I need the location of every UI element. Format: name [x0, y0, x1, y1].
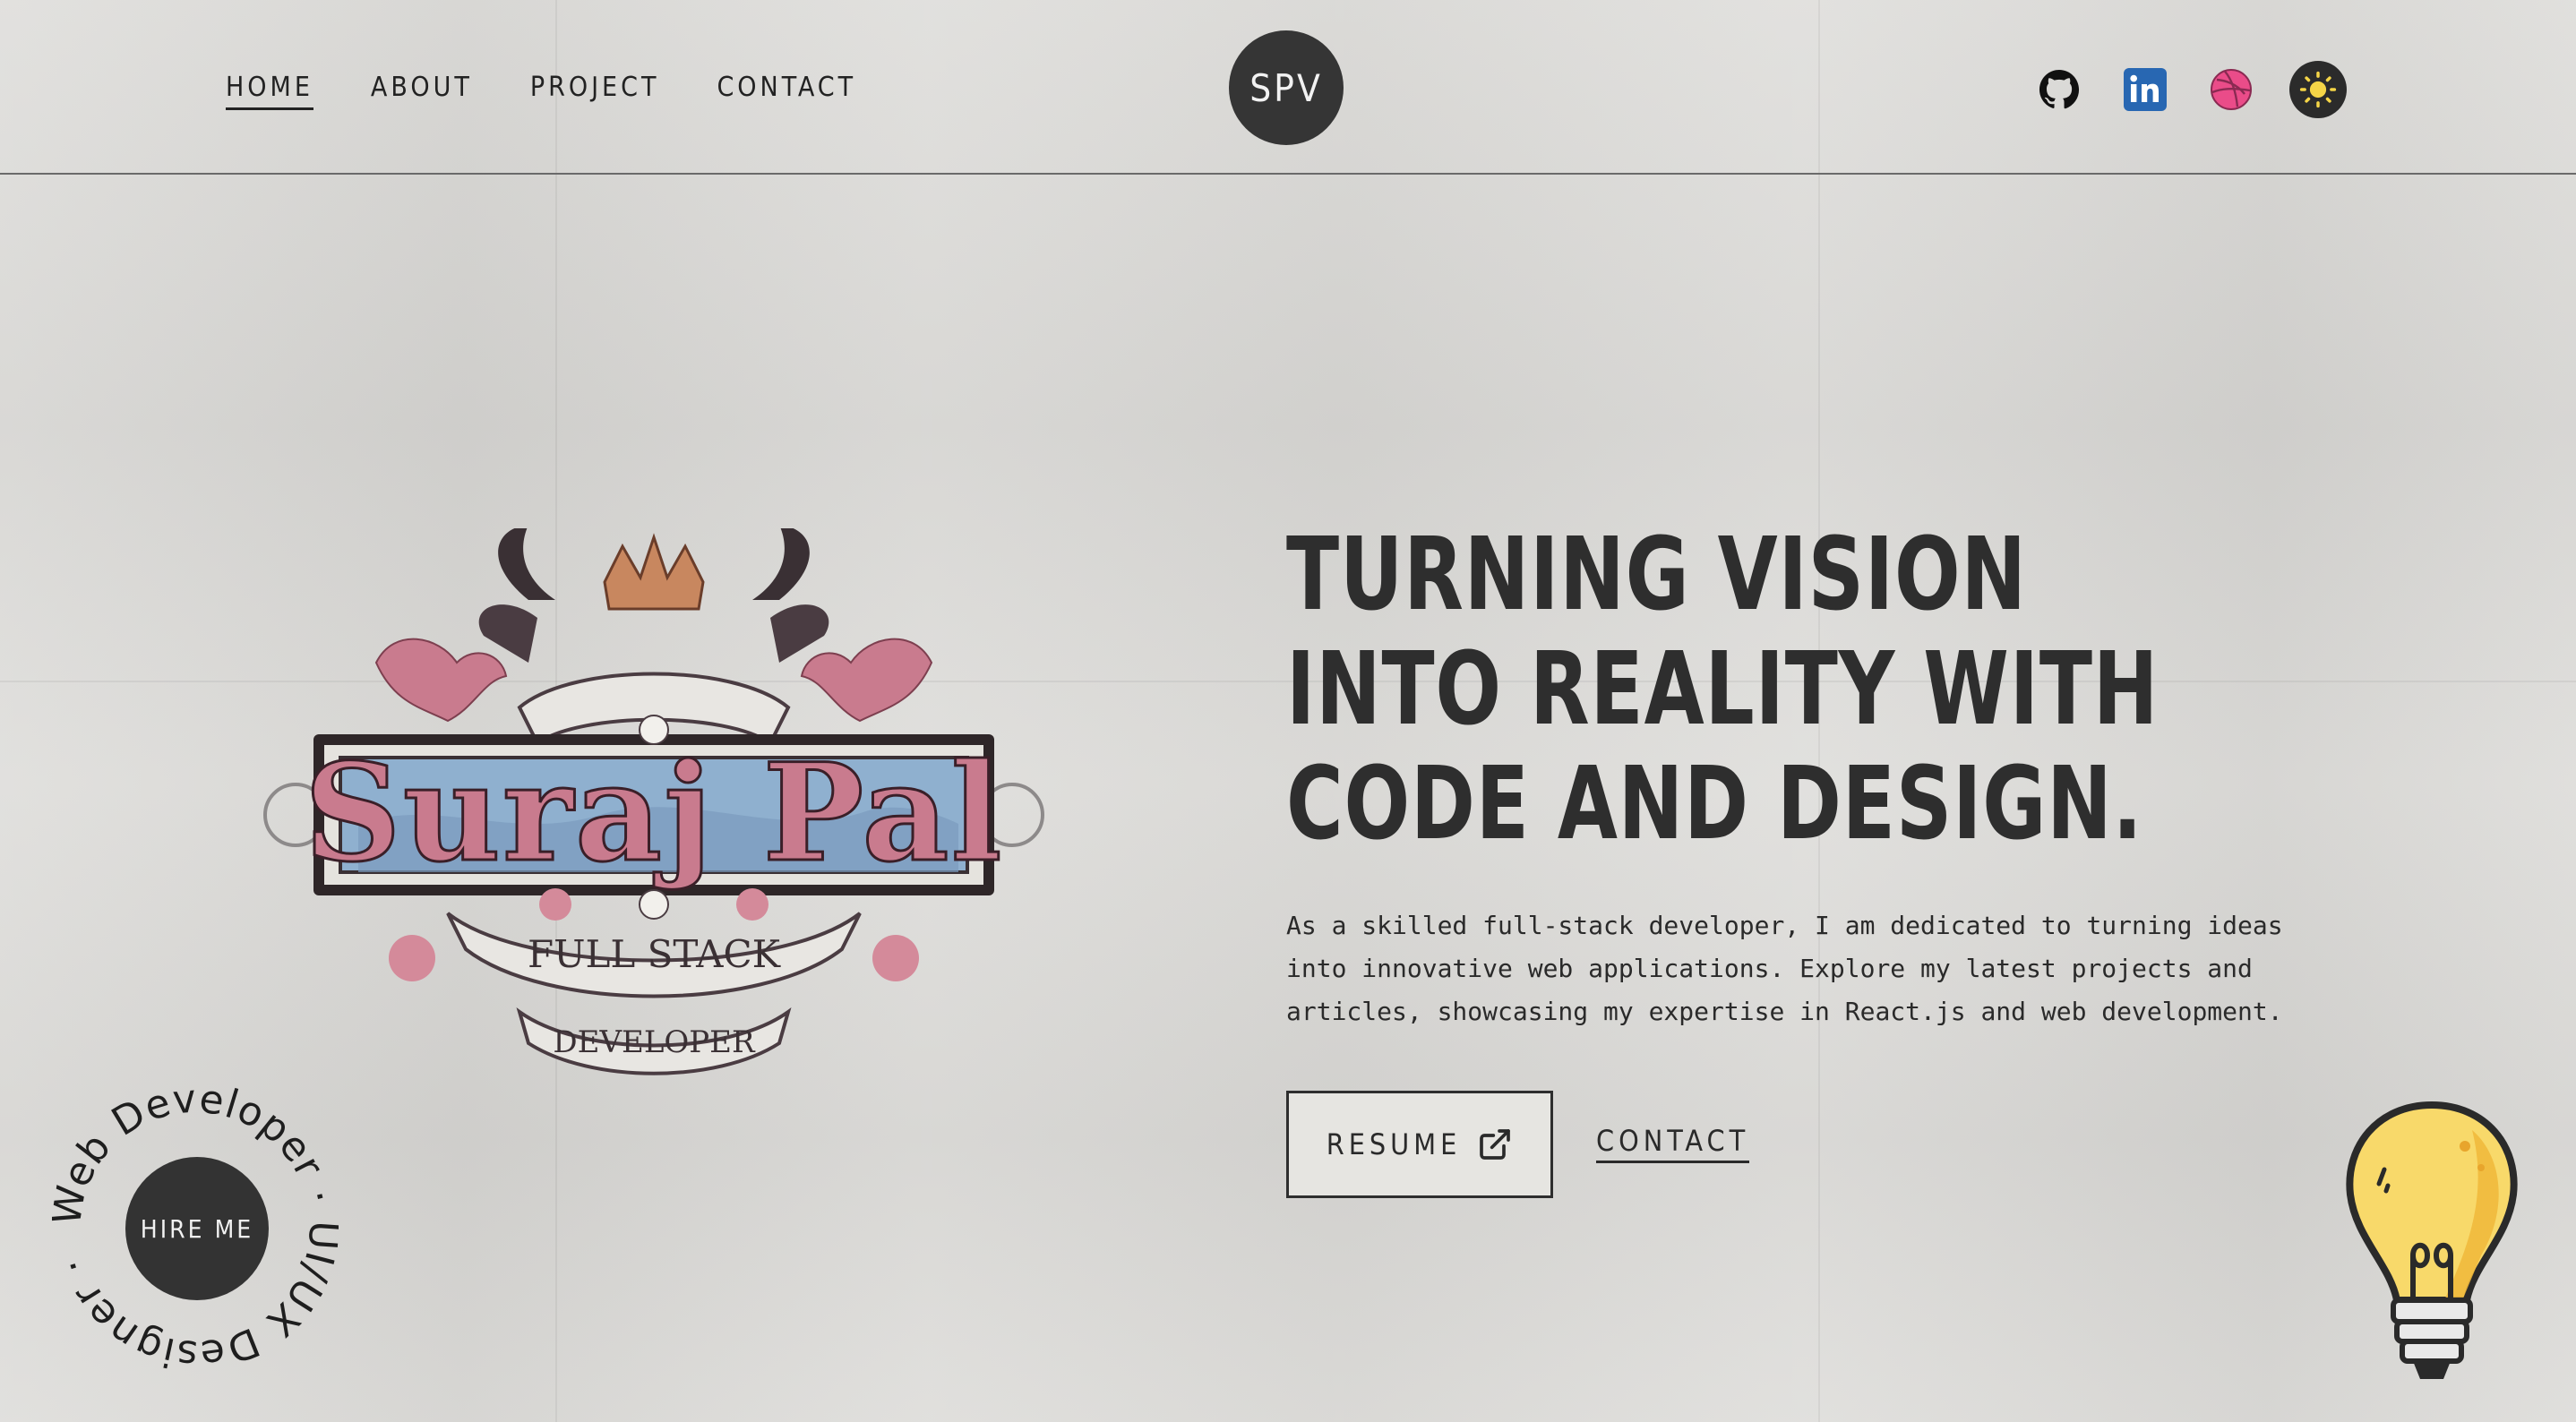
- hero-description: As a skilled full-stack developer, I am …: [1286, 911, 2283, 1026]
- main-nav: HOME ABOUT PROJECT CONTACT: [226, 70, 856, 110]
- nav-contact-link[interactable]: CONTACT: [717, 70, 856, 110]
- resume-button[interactable]: RESUME: [1286, 1091, 1553, 1198]
- lightbulb-icon: [2338, 1094, 2526, 1399]
- external-link-icon: [1480, 1129, 1511, 1160]
- emblem-banner-bottom: DEVELOPER: [553, 1024, 756, 1060]
- theme-toggle-sun-icon[interactable]: [2289, 61, 2347, 118]
- emblem-name: Suraj Pal: [304, 734, 1003, 892]
- suraj-pal-emblem: Suraj Pal FULL STACK DEVELOPER: [260, 525, 1048, 1101]
- hire-me-button[interactable]: HIRE ME: [125, 1157, 269, 1300]
- site-header: HOME ABOUT PROJECT CONTACT SPV: [0, 0, 2576, 175]
- social-links: [2037, 61, 2347, 118]
- hire-me-label: HIRE ME: [140, 1213, 254, 1244]
- site-logo[interactable]: SPV: [1229, 30, 1344, 145]
- contact-link[interactable]: CONTACT: [1596, 1125, 1750, 1163]
- nav-about-link[interactable]: ABOUT: [371, 70, 473, 110]
- dribbble-icon[interactable]: [2209, 67, 2254, 112]
- hero-title: TURNING VISION INTO REALITY WITH CODE AN…: [1286, 517, 2160, 862]
- linkedin-icon[interactable]: [2123, 67, 2168, 112]
- resume-button-label: RESUME: [1326, 1127, 1462, 1161]
- emblem-banner-top: FULL STACK: [528, 932, 782, 976]
- nav-home-link[interactable]: HOME: [226, 70, 313, 110]
- github-icon[interactable]: [2037, 67, 2082, 112]
- nav-project-link[interactable]: PROJECT: [530, 70, 660, 110]
- hire-me-badge: Web Developer · UI/UX Designer · HIRE ME: [52, 1084, 339, 1370]
- logo-text: SPV: [1249, 65, 1323, 110]
